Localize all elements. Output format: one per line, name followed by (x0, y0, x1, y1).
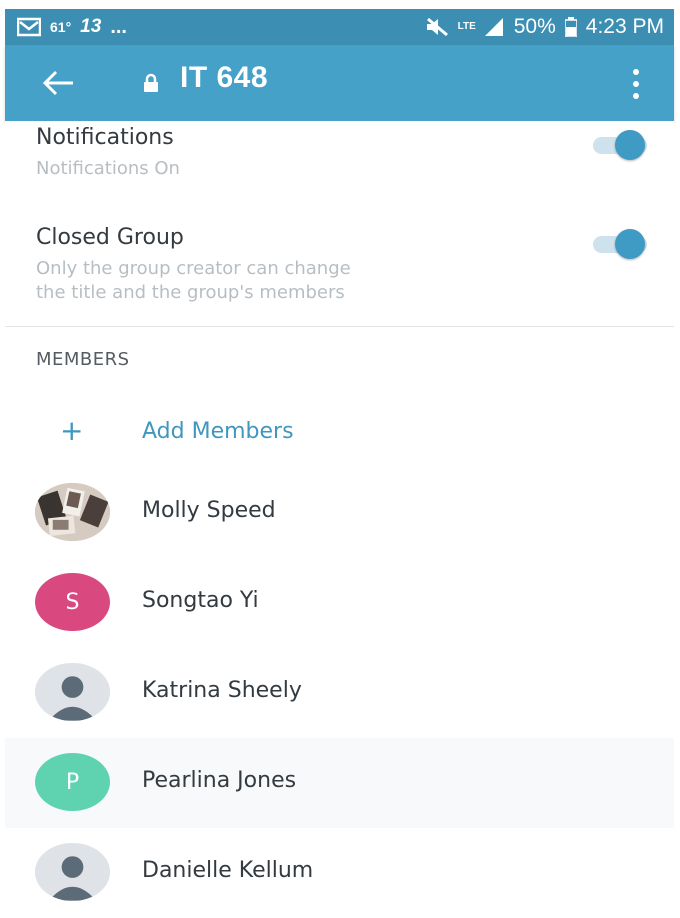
avatar-placeholder-icon (35, 843, 110, 901)
temperature-text: 61° (50, 19, 72, 35)
notifications-toggle[interactable] (589, 130, 651, 160)
member-row-katrina-sheely[interactable]: Katrina Sheely (5, 648, 674, 738)
member-row-songtao-yi[interactable]: S Songtao Yi (5, 558, 674, 648)
members-header: MEMBERS (36, 349, 130, 370)
member-name: Katrina Sheely (142, 678, 302, 703)
closed-group-subtitle-line2: the title and the group's members (36, 282, 345, 303)
gmail-icon (17, 17, 41, 37)
mute-icon (425, 17, 449, 37)
member-name: Pearlina Jones (142, 768, 297, 793)
more-vert-icon (621, 69, 651, 105)
status-bar: 61° 13 ... LTE 50% 4:23 PM (5, 9, 674, 45)
app-bar: IT 648 (5, 45, 674, 121)
toggle-thumb (615, 229, 645, 259)
avatar-initial: P (35, 753, 110, 811)
avatar-placeholder-icon (35, 663, 110, 721)
more-notifications-text: ... (110, 15, 127, 38)
page-title: IT 648 (180, 61, 269, 94)
member-row-danielle-kellum[interactable]: Danielle Kellum (5, 828, 674, 918)
back-button[interactable] (41, 67, 77, 99)
group-settings-content: Notifications Notifications On Closed Gr… (5, 121, 674, 901)
divider (5, 326, 674, 327)
more-options-button[interactable] (621, 67, 651, 101)
member-name: Danielle Kellum (142, 858, 314, 883)
notification-count: 13 (80, 16, 102, 37)
member-row-pearlina-jones[interactable]: P Pearlina Jones (5, 738, 674, 828)
notifications-subtitle: Notifications On (36, 158, 180, 179)
notifications-setting[interactable]: Notifications Notifications On (5, 121, 674, 191)
notifications-title: Notifications (36, 125, 174, 150)
add-members-label: Add Members (142, 419, 294, 444)
closed-group-toggle[interactable] (589, 229, 651, 259)
add-members-button[interactable]: + Add Members (5, 403, 674, 459)
avatar-initial-text: S (65, 589, 80, 615)
closed-group-title: Closed Group (36, 225, 184, 250)
avatar-initial: S (35, 573, 110, 631)
closed-group-setting[interactable]: Closed Group Only the group creator can … (5, 217, 674, 307)
member-row-molly-speed[interactable]: Molly Speed (5, 468, 674, 558)
lte-indicator: LTE (457, 21, 476, 32)
member-name: Molly Speed (142, 498, 276, 523)
avatar-initial-text: P (65, 769, 80, 795)
avatar-photo (35, 483, 110, 541)
signal-icon (484, 18, 505, 36)
battery-icon (564, 17, 577, 37)
battery-percent: 50% (513, 15, 556, 38)
plus-icon: + (60, 414, 84, 447)
back-arrow-icon (41, 70, 77, 103)
toggle-thumb (615, 130, 645, 160)
member-name: Songtao Yi (142, 588, 259, 613)
closed-group-subtitle-line1: Only the group creator can change (36, 258, 351, 279)
lock-icon (143, 73, 159, 93)
clock: 4:23 PM (585, 15, 664, 38)
